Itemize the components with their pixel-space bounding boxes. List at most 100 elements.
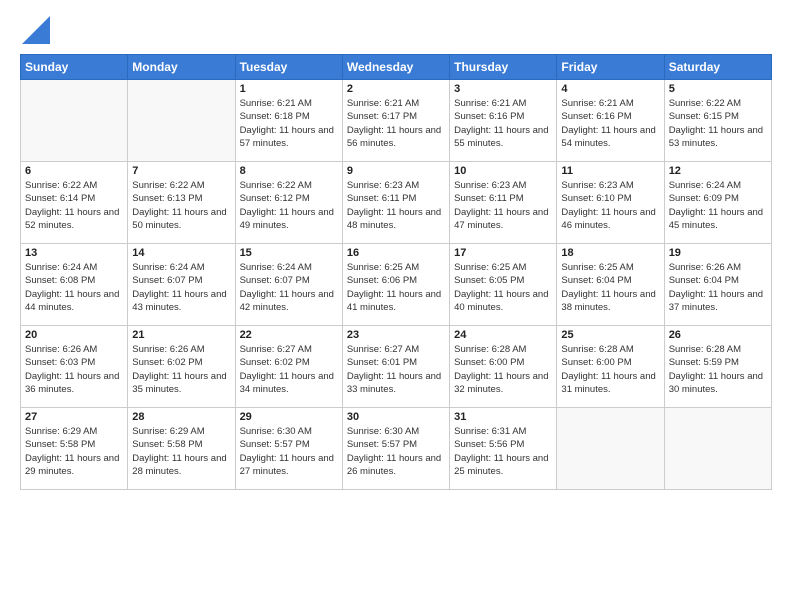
day-number: 28 xyxy=(132,411,230,423)
day-info: Sunrise: 6:29 AMSunset: 5:58 PMDaylight:… xyxy=(25,425,123,478)
day-info: Sunrise: 6:22 AMSunset: 6:14 PMDaylight:… xyxy=(25,179,123,232)
day-of-week-header: Sunday xyxy=(21,55,128,80)
calendar-cell: 27 Sunrise: 6:29 AMSunset: 5:58 PMDayligh… xyxy=(21,408,128,490)
day-info: Sunrise: 6:25 AMSunset: 6:05 PMDaylight:… xyxy=(454,261,552,314)
logo-icon xyxy=(22,16,50,44)
calendar-cell: 22 Sunrise: 6:27 AMSunset: 6:02 PMDayligh… xyxy=(235,326,342,408)
day-of-week-header: Friday xyxy=(557,55,664,80)
day-info: Sunrise: 6:24 AMSunset: 6:08 PMDaylight:… xyxy=(25,261,123,314)
day-info: Sunrise: 6:30 AMSunset: 5:57 PMDaylight:… xyxy=(240,425,338,478)
page: SundayMondayTuesdayWednesdayThursdayFrid… xyxy=(0,0,792,612)
day-number: 23 xyxy=(347,329,445,341)
day-info: Sunrise: 6:28 AMSunset: 5:59 PMDaylight:… xyxy=(669,343,767,396)
day-info: Sunrise: 6:28 AMSunset: 6:00 PMDaylight:… xyxy=(561,343,659,396)
day-number: 14 xyxy=(132,247,230,259)
calendar-cell: 31 Sunrise: 6:31 AMSunset: 5:56 PMDayligh… xyxy=(450,408,557,490)
day-number: 24 xyxy=(454,329,552,341)
day-info: Sunrise: 6:23 AMSunset: 6:10 PMDaylight:… xyxy=(561,179,659,232)
calendar-table: SundayMondayTuesdayWednesdayThursdayFrid… xyxy=(20,54,772,490)
day-info: Sunrise: 6:21 AMSunset: 6:16 PMDaylight:… xyxy=(561,97,659,150)
calendar-cell: 1 Sunrise: 6:21 AMSunset: 6:18 PMDaylight… xyxy=(235,80,342,162)
calendar-cell: 30 Sunrise: 6:30 AMSunset: 5:57 PMDayligh… xyxy=(342,408,449,490)
calendar-cell: 16Sunrise: 6:25 AMSunset: 6:06 PMDayligh… xyxy=(342,244,449,326)
calendar-cell: 12 Sunrise: 6:24 AMSunset: 6:09 PMDayligh… xyxy=(664,162,771,244)
day-number: 17 xyxy=(454,247,552,259)
day-number: 1 xyxy=(240,83,338,95)
day-number: 19 xyxy=(669,247,767,259)
day-number: 31 xyxy=(454,411,552,423)
day-info: Sunrise: 6:22 AMSunset: 6:15 PMDaylight:… xyxy=(669,97,767,150)
day-info: Sunrise: 6:26 AMSunset: 6:03 PMDaylight:… xyxy=(25,343,123,396)
day-number: 2 xyxy=(347,83,445,95)
calendar-cell: 6 Sunrise: 6:22 AMSunset: 6:14 PMDaylight… xyxy=(21,162,128,244)
day-info: Sunrise: 6:22 AMSunset: 6:12 PMDaylight:… xyxy=(240,179,338,232)
day-number: 4 xyxy=(561,83,659,95)
day-number: 7 xyxy=(132,165,230,177)
day-info: Sunrise: 6:25 AMSunset: 6:04 PMDaylight:… xyxy=(561,261,659,314)
day-info: Sunrise: 6:27 AMSunset: 6:01 PMDaylight:… xyxy=(347,343,445,396)
calendar-cell: 3Sunrise: 6:21 AMSunset: 6:16 PMDaylight… xyxy=(450,80,557,162)
calendar-cell: 9Sunrise: 6:23 AMSunset: 6:11 PMDaylight… xyxy=(342,162,449,244)
day-number: 20 xyxy=(25,329,123,341)
calendar-cell: 21 Sunrise: 6:26 AMSunset: 6:02 PMDayligh… xyxy=(128,326,235,408)
day-info: Sunrise: 6:24 AMSunset: 6:07 PMDaylight:… xyxy=(132,261,230,314)
calendar-cell: 10Sunrise: 6:23 AMSunset: 6:11 PMDayligh… xyxy=(450,162,557,244)
calendar-week-row: 27 Sunrise: 6:29 AMSunset: 5:58 PMDayligh… xyxy=(21,408,772,490)
day-number: 13 xyxy=(25,247,123,259)
calendar-cell: 11 Sunrise: 6:23 AMSunset: 6:10 PMDayligh… xyxy=(557,162,664,244)
calendar-cell: 15Sunrise: 6:24 AMSunset: 6:07 PMDayligh… xyxy=(235,244,342,326)
day-info: Sunrise: 6:21 AMSunset: 6:16 PMDaylight:… xyxy=(454,97,552,150)
day-number: 10 xyxy=(454,165,552,177)
day-number: 15 xyxy=(240,247,338,259)
day-number: 12 xyxy=(669,165,767,177)
day-info: Sunrise: 6:29 AMSunset: 5:58 PMDaylight:… xyxy=(132,425,230,478)
day-number: 27 xyxy=(25,411,123,423)
calendar-cell: 7 Sunrise: 6:22 AMSunset: 6:13 PMDaylight… xyxy=(128,162,235,244)
day-number: 22 xyxy=(240,329,338,341)
calendar-cell: 19 Sunrise: 6:26 AMSunset: 6:04 PMDayligh… xyxy=(664,244,771,326)
calendar-cell xyxy=(21,80,128,162)
day-number: 26 xyxy=(669,329,767,341)
calendar-week-row: 1 Sunrise: 6:21 AMSunset: 6:18 PMDaylight… xyxy=(21,80,772,162)
calendar-cell: 8 Sunrise: 6:22 AMSunset: 6:12 PMDaylight… xyxy=(235,162,342,244)
day-info: Sunrise: 6:31 AMSunset: 5:56 PMDaylight:… xyxy=(454,425,552,478)
day-number: 9 xyxy=(347,165,445,177)
calendar-cell: 13 Sunrise: 6:24 AMSunset: 6:08 PMDayligh… xyxy=(21,244,128,326)
day-info: Sunrise: 6:27 AMSunset: 6:02 PMDaylight:… xyxy=(240,343,338,396)
calendar-cell: 23 Sunrise: 6:27 AMSunset: 6:01 PMDayligh… xyxy=(342,326,449,408)
day-of-week-header: Tuesday xyxy=(235,55,342,80)
calendar-cell: 24Sunrise: 6:28 AMSunset: 6:00 PMDayligh… xyxy=(450,326,557,408)
calendar-cell xyxy=(128,80,235,162)
day-number: 18 xyxy=(561,247,659,259)
day-info: Sunrise: 6:24 AMSunset: 6:09 PMDaylight:… xyxy=(669,179,767,232)
day-number: 6 xyxy=(25,165,123,177)
day-of-week-header: Monday xyxy=(128,55,235,80)
day-number: 8 xyxy=(240,165,338,177)
day-info: Sunrise: 6:26 AMSunset: 6:02 PMDaylight:… xyxy=(132,343,230,396)
calendar-cell: 14 Sunrise: 6:24 AMSunset: 6:07 PMDayligh… xyxy=(128,244,235,326)
day-number: 25 xyxy=(561,329,659,341)
day-info: Sunrise: 6:22 AMSunset: 6:13 PMDaylight:… xyxy=(132,179,230,232)
calendar-cell: 25 Sunrise: 6:28 AMSunset: 6:00 PMDayligh… xyxy=(557,326,664,408)
day-number: 11 xyxy=(561,165,659,177)
calendar-cell: 2Sunrise: 6:21 AMSunset: 6:17 PMDaylight… xyxy=(342,80,449,162)
day-number: 30 xyxy=(347,411,445,423)
calendar-cell: 20 Sunrise: 6:26 AMSunset: 6:03 PMDayligh… xyxy=(21,326,128,408)
calendar-cell: 26 Sunrise: 6:28 AMSunset: 5:59 PMDayligh… xyxy=(664,326,771,408)
day-number: 5 xyxy=(669,83,767,95)
calendar-cell: 29Sunrise: 6:30 AMSunset: 5:57 PMDayligh… xyxy=(235,408,342,490)
calendar-cell: 28 Sunrise: 6:29 AMSunset: 5:58 PMDayligh… xyxy=(128,408,235,490)
day-of-week-header: Thursday xyxy=(450,55,557,80)
calendar-cell: 5 Sunrise: 6:22 AMSunset: 6:15 PMDaylight… xyxy=(664,80,771,162)
calendar-header-row: SundayMondayTuesdayWednesdayThursdayFrid… xyxy=(21,55,772,80)
day-number: 21 xyxy=(132,329,230,341)
header xyxy=(20,16,772,44)
day-info: Sunrise: 6:21 AMSunset: 6:18 PMDaylight:… xyxy=(240,97,338,150)
day-info: Sunrise: 6:30 AMSunset: 5:57 PMDaylight:… xyxy=(347,425,445,478)
day-of-week-header: Wednesday xyxy=(342,55,449,80)
day-of-week-header: Saturday xyxy=(664,55,771,80)
calendar-cell xyxy=(664,408,771,490)
day-info: Sunrise: 6:26 AMSunset: 6:04 PMDaylight:… xyxy=(669,261,767,314)
calendar-cell: 4 Sunrise: 6:21 AMSunset: 6:16 PMDaylight… xyxy=(557,80,664,162)
day-info: Sunrise: 6:25 AMSunset: 6:06 PMDaylight:… xyxy=(347,261,445,314)
